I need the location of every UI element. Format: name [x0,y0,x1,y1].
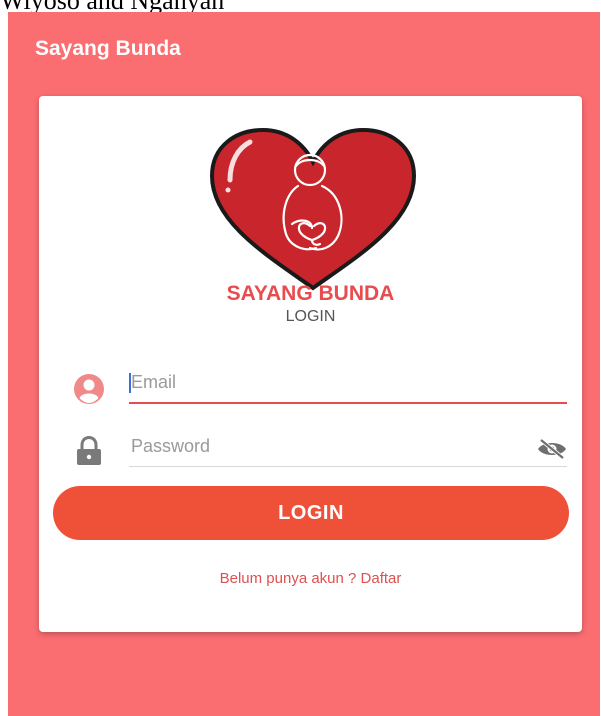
app-title: Sayang Bunda [35,37,181,60]
heart-logo-icon [209,128,417,291]
login-button[interactable]: LOGIN [53,486,569,540]
login-subtitle: LOGIN [285,308,336,325]
login-card: SAYANG BUNDA LOGIN LOGIN Belum punya aku… [39,96,582,632]
email-field[interactable] [129,366,569,404]
register-link[interactable]: Belum punya akun ? Daftar [39,570,582,587]
password-field[interactable] [129,430,569,467]
user-icon [74,374,104,404]
app-screen: Sayang Bunda SAYANG BUNDA LOGIN Email LO… [8,12,600,716]
eye-off-icon[interactable] [536,438,568,460]
password-input[interactable] [129,430,569,462]
brand-title: SAYANG BUNDA [226,282,395,305]
email-input[interactable] [129,366,569,398]
page-caption: Wiyoso and Nganyan [0,0,225,15]
lock-icon [77,436,101,465]
